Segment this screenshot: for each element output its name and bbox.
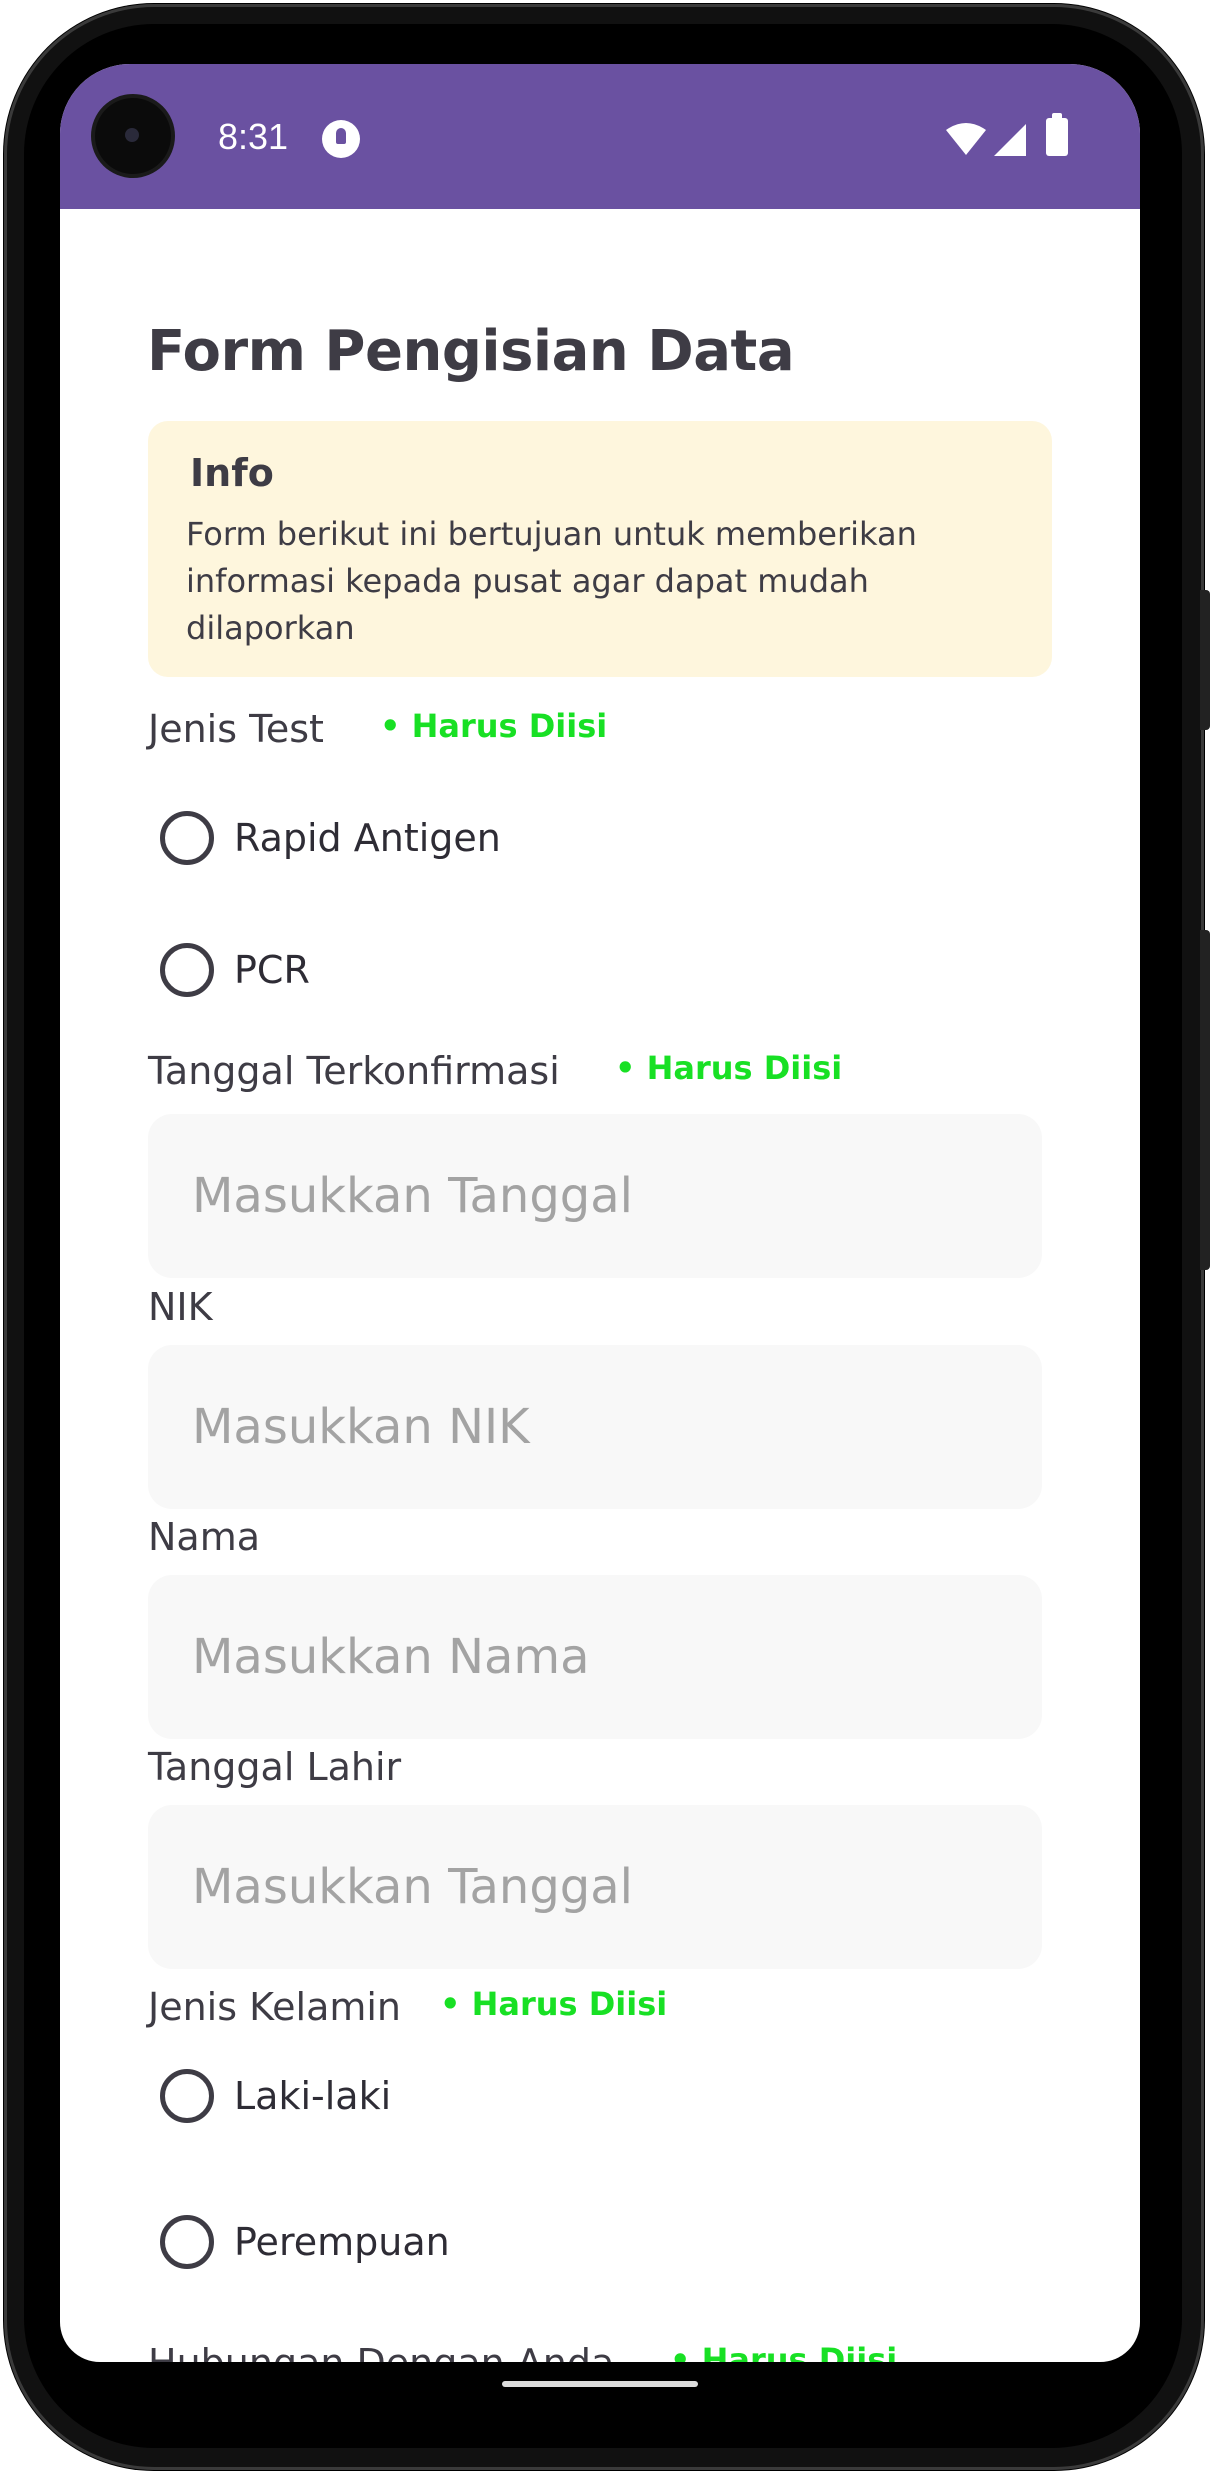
jenis-kelamin-label: Jenis Kelamin [148, 1985, 402, 2029]
status-bar: 8:31 [60, 64, 1140, 209]
info-box: Info Form berikut ini bertujuan untuk me… [148, 421, 1052, 677]
nama-input[interactable] [148, 1575, 1042, 1739]
radio-perempuan[interactable]: Perempuan [160, 2207, 450, 2277]
hubungan-label: Hubungan Dengan Anda [148, 2341, 614, 2362]
form-content: Form Pengisian Data Info Form berikut in… [60, 209, 1140, 2362]
jenis-test-label: Jenis Test [148, 707, 324, 751]
nik-input[interactable] [148, 1345, 1042, 1509]
radio-circle-icon[interactable] [160, 811, 214, 865]
radio-label: PCR [234, 948, 310, 992]
radio-pcr[interactable]: PCR [160, 935, 310, 1005]
radio-rapid-antigen[interactable]: Rapid Antigen [160, 803, 501, 873]
radio-laki-laki[interactable]: Laki-laki [160, 2061, 391, 2131]
info-title: Info [190, 451, 274, 495]
app-notification-icon [322, 120, 360, 158]
battery-icon [1046, 113, 1068, 156]
nik-label: NIK [148, 1285, 213, 1329]
signal-icon [994, 124, 1026, 156]
status-time: 8:31 [218, 116, 289, 157]
page-title: Form Pengisian Data [147, 319, 795, 384]
tanggal-terkonfirmasi-label: Tanggal Terkonfirmasi [148, 1049, 560, 1093]
radio-circle-icon[interactable] [160, 943, 214, 997]
jenis-test-required-badge: • Harus Diisi [380, 707, 608, 745]
radio-circle-icon[interactable] [160, 2215, 214, 2269]
wifi-icon [946, 123, 986, 155]
tanggal-lahir-input[interactable] [148, 1805, 1042, 1969]
info-text: Form berikut ini bertujuan untuk memberi… [186, 515, 917, 647]
screen: 8:31 Form Pengisian Data Info Form berik… [60, 64, 1140, 2362]
tanggal-terkonfirmasi-input[interactable] [148, 1114, 1042, 1278]
tanggal-terkonfirmasi-required-badge: • Harus Diisi [615, 1049, 843, 1087]
radio-label: Rapid Antigen [234, 816, 501, 860]
tanggal-lahir-label: Tanggal Lahir [148, 1745, 402, 1789]
radio-label: Laki-laki [234, 2074, 392, 2118]
nama-label: Nama [148, 1515, 261, 1559]
power-button [1200, 590, 1210, 730]
radio-circle-icon[interactable] [160, 2069, 214, 2123]
jenis-kelamin-required-badge: • Harus Diisi [440, 1985, 668, 2023]
radio-label: Perempuan [234, 2220, 450, 2264]
volume-button [1200, 930, 1210, 1270]
hubungan-required-badge: • Harus Diisi [670, 2341, 898, 2362]
phone-device: 8:31 Form Pengisian Data Info Form berik… [0, 0, 1211, 2474]
camera-icon [95, 98, 171, 174]
home-indicator[interactable] [502, 2381, 698, 2387]
